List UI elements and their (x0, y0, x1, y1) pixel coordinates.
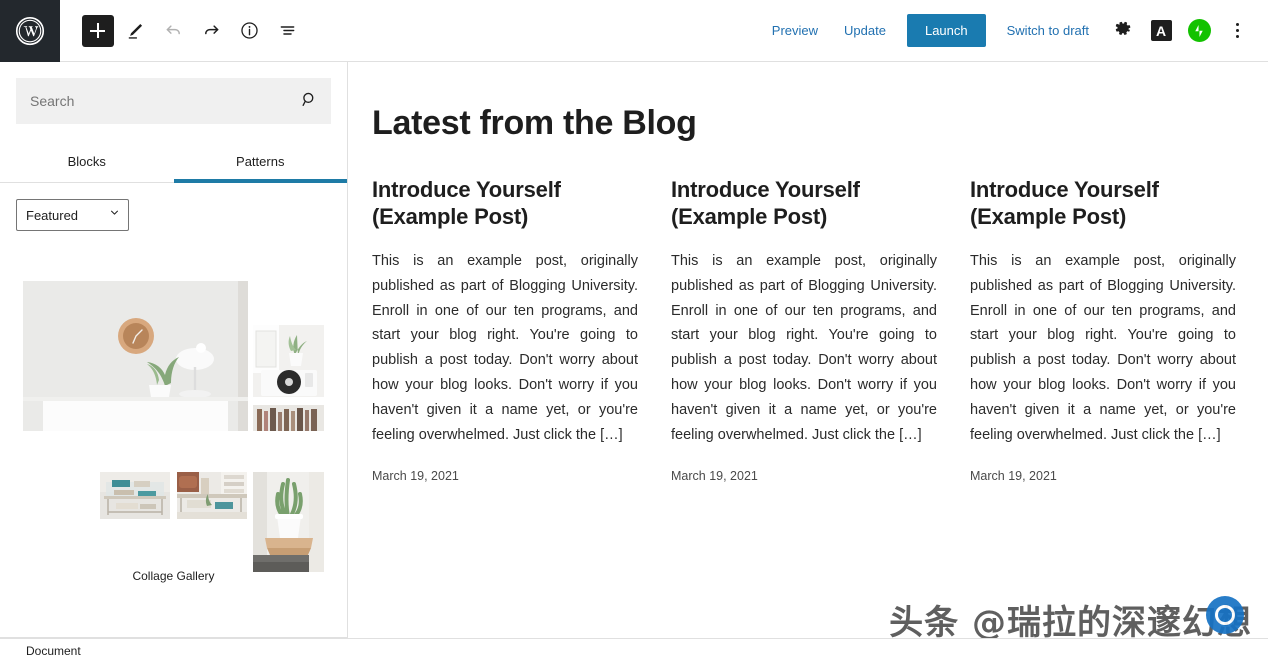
top-bar-actions: Preview Update Launch Switch to draft A (759, 14, 1268, 48)
list-view-icon (277, 20, 298, 41)
search-container (0, 62, 347, 124)
latest-posts-grid: Introduce Yourself (Example Post) This i… (372, 177, 1236, 483)
preview-button[interactable]: Preview (759, 15, 831, 46)
pattern-category-container: Featured (0, 183, 347, 231)
document-breadcrumb[interactable]: Document (0, 644, 81, 658)
details-button[interactable] (232, 14, 266, 48)
editor-tools-group (82, 14, 304, 48)
pattern-category-select[interactable]: Featured (16, 199, 129, 231)
plus-icon (90, 22, 106, 39)
search-icon (300, 90, 319, 112)
info-icon (239, 20, 260, 41)
undo-icon (163, 20, 184, 41)
search-input[interactable] (16, 93, 287, 109)
collage-gallery-images (0, 267, 347, 572)
search-button[interactable] (287, 79, 331, 123)
more-menu-button[interactable] (1220, 14, 1254, 48)
editor-status-bar: Document (0, 638, 1268, 662)
jetpack-icon (1187, 19, 1211, 42)
post-excerpt: This is an example post, originally publ… (970, 252, 1236, 444)
post-card[interactable]: Introduce Yourself (Example Post) This i… (671, 177, 937, 483)
gallery-image-coffee-table-books (100, 472, 170, 519)
wordpress-logo-button[interactable] (0, 0, 60, 62)
post-card[interactable]: Introduce Yourself (Example Post) This i… (372, 177, 638, 483)
undo-button[interactable] (156, 14, 190, 48)
pencil-icon (125, 20, 146, 41)
gallery-image-living-room (177, 472, 247, 519)
gallery-image-clock-lamp-plant (23, 281, 248, 431)
editor-top-bar: Preview Update Launch Switch to draft A (0, 0, 1268, 62)
post-card[interactable]: Introduce Yourself (Example Post) This i… (970, 177, 1236, 483)
watermark-avatar-ring-icon (1215, 605, 1235, 625)
block-inserter-sidebar: Blocks Patterns Featured (0, 62, 348, 638)
post-title[interactable]: Introduce Yourself (Example Post) (372, 177, 638, 231)
jetpack-button[interactable] (1182, 14, 1216, 48)
edit-tool-button[interactable] (118, 14, 152, 48)
inserter-tabs: Blocks Patterns (0, 142, 347, 183)
post-excerpt: This is an example post, originally publ… (671, 252, 937, 444)
editor-canvas[interactable]: Latest from the Blog Introduce Yourself … (348, 62, 1268, 638)
watermark-avatar-badge (1206, 596, 1244, 634)
switch-to-draft-button[interactable]: Switch to draft (994, 15, 1102, 46)
add-block-button[interactable] (82, 14, 114, 47)
update-button[interactable]: Update (831, 15, 899, 46)
post-excerpt: This is an example post, originally publ… (372, 252, 638, 444)
tab-blocks[interactable]: Blocks (0, 142, 174, 182)
redo-button[interactable] (194, 14, 228, 48)
settings-button[interactable] (1106, 14, 1140, 48)
wordpress-logo-icon (15, 16, 45, 46)
gear-icon (1113, 19, 1133, 42)
a-badge-icon: A (1150, 20, 1172, 41)
post-date: March 19, 2021 (372, 469, 459, 484)
search-field[interactable] (16, 78, 331, 124)
post-date: March 19, 2021 (671, 469, 758, 484)
list-view-button[interactable] (270, 14, 304, 48)
page-title[interactable]: Latest from the Blog (372, 104, 1236, 143)
post-title[interactable]: Introduce Yourself (Example Post) (970, 177, 1236, 231)
launch-button[interactable]: Launch (906, 14, 986, 47)
gallery-image-record-player (253, 325, 324, 431)
three-dots-vertical-icon (1235, 23, 1239, 38)
pattern-preview-collage-gallery[interactable]: Collage Gallery (0, 267, 347, 583)
redo-icon (201, 20, 222, 41)
tab-patterns[interactable]: Patterns (173, 142, 348, 183)
post-title[interactable]: Introduce Yourself (Example Post) (671, 177, 937, 231)
akismet-button[interactable]: A (1144, 14, 1178, 48)
gallery-image-wall-shelf-plant (253, 472, 324, 572)
post-date: March 19, 2021 (970, 469, 1057, 484)
